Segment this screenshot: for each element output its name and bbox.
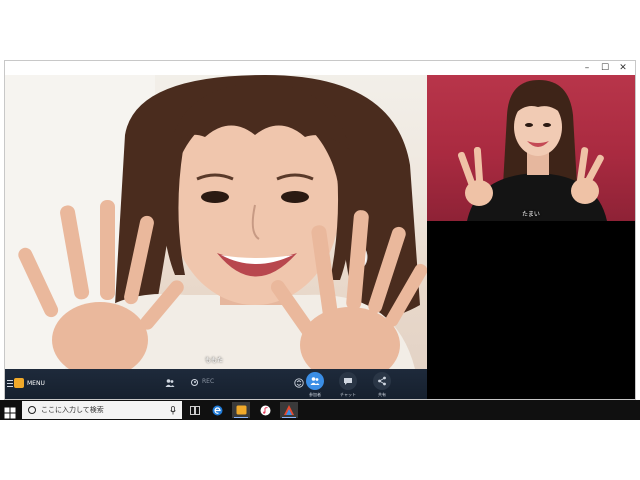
chat-label: チャット xyxy=(340,392,356,397)
taskbar-search-input[interactable]: ここに入力して検索 xyxy=(22,401,182,419)
microphone-icon[interactable] xyxy=(170,405,176,415)
record-button[interactable]: REC xyxy=(191,378,214,386)
chat-icon xyxy=(344,378,352,385)
video-call-window: – ☐ ✕ ももた たまい MENU REC 参加者 チャット 共有 xyxy=(4,60,636,400)
close-button[interactable]: ✕ xyxy=(615,62,631,74)
music-app-icon[interactable] xyxy=(256,402,274,418)
participants-label: 参加者 xyxy=(309,392,321,397)
title-bar: – ☐ ✕ xyxy=(5,61,635,75)
side-participant-image xyxy=(457,80,607,221)
empty-video-slot xyxy=(427,221,635,399)
paint-app-icon[interactable] xyxy=(280,402,298,418)
share-icon xyxy=(378,376,386,386)
app-logo-icon[interactable] xyxy=(14,378,24,388)
maximize-button[interactable]: ☐ xyxy=(597,62,613,74)
participants-icon xyxy=(310,377,320,385)
task-view-icon[interactable] xyxy=(186,402,204,418)
chat-button[interactable] xyxy=(339,372,357,390)
participants-button[interactable] xyxy=(306,372,324,390)
share-label: 共有 xyxy=(378,392,386,397)
edge-browser-icon[interactable] xyxy=(208,402,226,418)
search-placeholder: ここに入力して検索 xyxy=(41,406,104,414)
share-button[interactable] xyxy=(373,372,391,390)
meeting-app-icon[interactable] xyxy=(232,402,250,418)
record-icon xyxy=(191,378,198,386)
switch-camera-icon[interactable] xyxy=(294,378,304,388)
cortana-icon xyxy=(28,406,36,414)
meeting-toolbar: MENU REC 参加者 チャット 共有 xyxy=(5,369,427,399)
side-participant-name: たまい xyxy=(522,211,540,218)
record-label: REC xyxy=(202,378,215,385)
people-icon[interactable] xyxy=(165,378,175,388)
windows-start-icon[interactable] xyxy=(4,404,16,419)
main-participant-name: ももた xyxy=(205,357,224,364)
minimize-button[interactable]: – xyxy=(579,62,595,74)
menu-button[interactable]: MENU xyxy=(27,380,45,388)
os-taskbar: ここに入力して検索 xyxy=(0,400,640,420)
side-participant-video[interactable]: たまい xyxy=(427,75,635,221)
main-participant-video[interactable]: ももた xyxy=(5,75,427,369)
hamburger-icon[interactable] xyxy=(7,380,13,388)
participant-image xyxy=(5,75,427,369)
